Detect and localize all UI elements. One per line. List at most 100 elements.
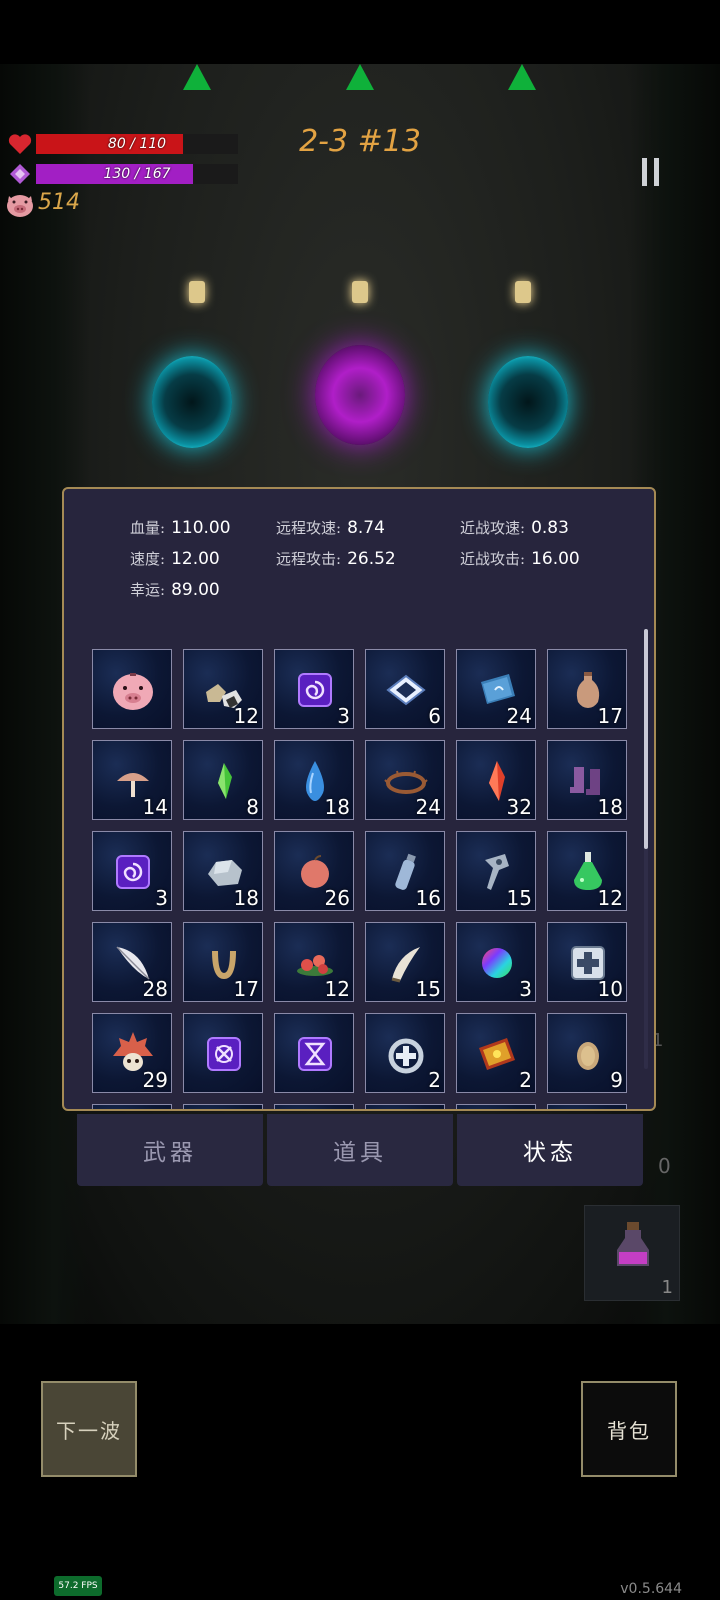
stat-melee-speed-label: 近战攻速: xyxy=(460,519,526,537)
stat-ranged-attack-value: 26.52 xyxy=(347,549,396,569)
inventory-slot[interactable] xyxy=(183,1104,263,1109)
potion-quick-slot[interactable]: 1 xyxy=(584,1205,680,1301)
inventory-slot[interactable] xyxy=(274,1013,354,1093)
inventory-slot[interactable]: 14 xyxy=(92,740,172,820)
inventory-slot[interactable]: 28 xyxy=(92,922,172,1002)
stat-melee-attack-value: 16.00 xyxy=(531,549,580,569)
mana-text: 130 / 167 xyxy=(103,166,171,182)
mana-bar xyxy=(8,162,32,186)
item-count: 14 xyxy=(142,795,168,819)
inventory-slot[interactable]: 18 xyxy=(183,831,263,911)
inventory-slot[interactable]: 18 xyxy=(274,740,354,820)
item-count: 3 xyxy=(337,704,350,728)
piggy-bank-icon xyxy=(93,650,173,730)
pause-icon-bar xyxy=(654,158,659,186)
purple-portal-center xyxy=(315,345,405,445)
inventory-slot[interactable]: 16 xyxy=(365,831,445,911)
inventory-slot[interactable]: 24 xyxy=(365,740,445,820)
next-wave-button[interactable]: 下一波 xyxy=(41,1381,137,1477)
item-count: 15 xyxy=(415,977,441,1001)
stat-melee-attack: 近战攻击: 16.00 xyxy=(460,548,580,569)
stat-speed: 速度: 12.00 xyxy=(130,548,220,569)
pause-button[interactable] xyxy=(642,158,662,186)
tab-weapons[interactable]: 武器 xyxy=(77,1114,263,1186)
inventory-slot[interactable]: 24 xyxy=(456,649,536,729)
inventory-slot[interactable]: 6 xyxy=(365,649,445,729)
stat-melee-attack-label: 近战攻击: xyxy=(460,550,526,568)
inventory-slot[interactable] xyxy=(92,1104,172,1109)
cyan-portal-left xyxy=(152,356,232,448)
inventory-slot[interactable] xyxy=(183,1013,263,1093)
item-count: 12 xyxy=(597,886,623,910)
cyan-portal-right xyxy=(488,356,568,448)
inventory-slot[interactable]: 10 xyxy=(547,922,627,1002)
inventory-slot[interactable]: 29 xyxy=(92,1013,172,1093)
inventory-slot[interactable]: 18 xyxy=(547,740,627,820)
item-count: 17 xyxy=(233,977,259,1001)
item-count: 12 xyxy=(324,977,350,1001)
tab-items[interactable]: 道具 xyxy=(267,1114,453,1186)
stat-luck-value: 89.00 xyxy=(171,580,220,600)
tower-lamp-right xyxy=(515,281,531,303)
item-count: 24 xyxy=(415,795,441,819)
inventory-slot[interactable]: 15 xyxy=(456,831,536,911)
enemy-spawn-marker-left xyxy=(183,64,211,90)
item-count: 28 xyxy=(142,977,168,1001)
potion-count: 1 xyxy=(661,1277,673,1298)
stat-ranged-speed-value: 8.74 xyxy=(347,518,385,538)
pause-icon xyxy=(642,158,647,186)
mana-track: 130 / 167 xyxy=(36,164,238,184)
item-count: 12 xyxy=(233,704,259,728)
inventory-slot[interactable]: 12 xyxy=(183,649,263,729)
inventory-slot[interactable] xyxy=(456,1104,536,1109)
item-count: 16 xyxy=(415,886,441,910)
pig-coin-icon xyxy=(6,192,34,222)
item-count: 17 xyxy=(597,704,623,728)
version-label: v0.5.644 xyxy=(620,1581,682,1597)
stat-ranged-attack-label: 远程攻击: xyxy=(276,550,342,568)
item-count: 3 xyxy=(155,886,168,910)
item-count: 8 xyxy=(246,795,259,819)
tab-status[interactable]: 状态 xyxy=(457,1114,643,1186)
inventory-slot[interactable] xyxy=(274,1104,354,1109)
item-count: 3 xyxy=(519,977,532,1001)
scrollbar-thumb[interactable] xyxy=(644,629,648,849)
inventory-slot[interactable]: 17 xyxy=(183,922,263,1002)
item-count: 18 xyxy=(324,795,350,819)
inventory-slot[interactable]: 3 xyxy=(92,831,172,911)
inventory-slot[interactable]: 26 xyxy=(274,831,354,911)
stat-ranged-speed-label: 远程攻速: xyxy=(276,519,342,537)
inventory-slot[interactable]: 32 xyxy=(456,740,536,820)
purple-x-rune-icon xyxy=(184,1014,264,1094)
inventory-slot[interactable]: 8 xyxy=(183,740,263,820)
inventory-slot[interactable]: 17 xyxy=(547,649,627,729)
stat-luck-label: 幸运: xyxy=(130,581,166,599)
inventory-slot[interactable] xyxy=(92,649,172,729)
item-count: 18 xyxy=(233,886,259,910)
item-count: 2 xyxy=(428,1068,441,1092)
inventory-slot[interactable]: 9 xyxy=(547,1013,627,1093)
item-count: 29 xyxy=(142,1068,168,1092)
stat-ranged-attack: 远程攻击: 26.52 xyxy=(276,548,396,569)
inventory-slot[interactable] xyxy=(547,1104,627,1109)
inventory-slot[interactable]: 12 xyxy=(274,922,354,1002)
stat-hp-value: 110.00 xyxy=(171,518,231,538)
side-slot-count-zero: 0 xyxy=(658,1154,671,1178)
stat-speed-value: 12.00 xyxy=(171,549,220,569)
backpack-button[interactable]: 背包 xyxy=(581,1381,677,1477)
item-scrollbar[interactable] xyxy=(644,629,648,1069)
item-count: 24 xyxy=(506,704,532,728)
inventory-slot[interactable]: 3 xyxy=(274,649,354,729)
stat-hp-label: 血量: xyxy=(130,519,166,537)
stat-melee-speed: 近战攻速: 0.83 xyxy=(460,517,569,538)
inventory-slot[interactable] xyxy=(365,1104,445,1109)
stat-melee-speed-value: 0.83 xyxy=(531,518,569,538)
stat-luck: 幸运: 89.00 xyxy=(130,579,220,600)
inventory-slot[interactable]: 12 xyxy=(547,831,627,911)
inventory-slot[interactable]: 2 xyxy=(456,1013,536,1093)
tower-lamp-left xyxy=(189,281,205,303)
inventory-slot[interactable]: 2 xyxy=(365,1013,445,1093)
item-count: 15 xyxy=(506,886,532,910)
inventory-slot[interactable]: 3 xyxy=(456,922,536,1002)
inventory-slot[interactable]: 15 xyxy=(365,922,445,1002)
